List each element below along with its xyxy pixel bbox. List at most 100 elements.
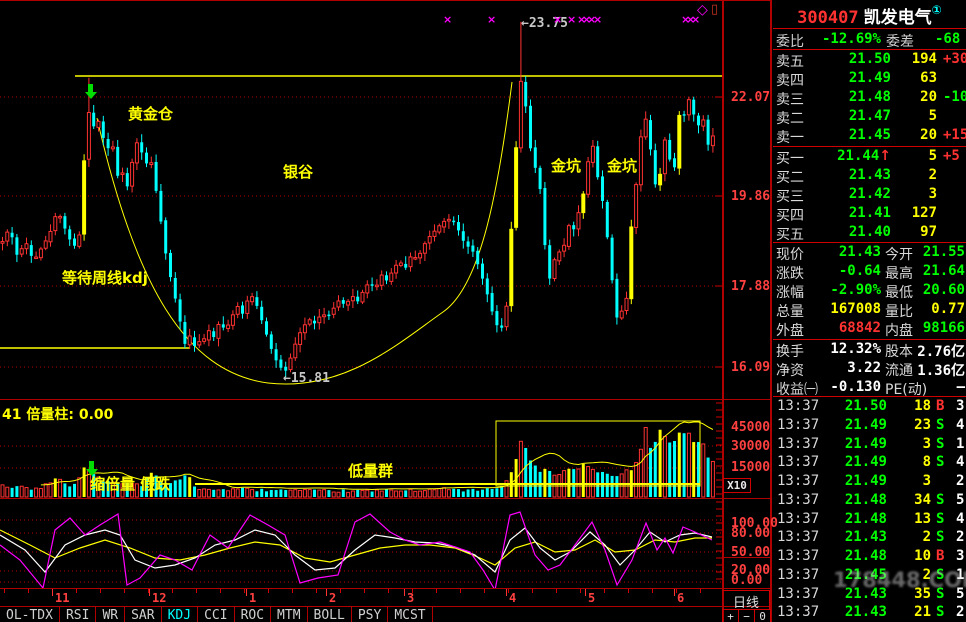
timeline-tick <box>388 589 389 593</box>
timeline-tick <box>4 589 5 593</box>
timeline-tick <box>316 589 317 593</box>
divider-kdj-timeline <box>0 588 771 589</box>
toolbar-indicator-rsi[interactable]: RSI <box>60 607 96 622</box>
divider-main-vol <box>0 399 771 400</box>
quote-info-row: 净资3.22流通1.36亿 <box>773 360 966 379</box>
toolbar-indicator-ol-tdx[interactable]: OL-TDX <box>0 607 60 622</box>
quote-info-row: 外盘68842内盘98166 <box>773 320 966 339</box>
price-axis-label: 16.09 <box>731 360 769 375</box>
timeline-month-label: 11 <box>55 591 69 605</box>
timeline-major-tick <box>506 589 507 596</box>
zoom-reset-button[interactable]: 0 <box>754 609 771 622</box>
timeline-tick <box>364 589 365 593</box>
toolbar-indicator-mcst[interactable]: MCST <box>388 607 432 622</box>
volume-indicator-header: 41 倍量柱: 0.00 <box>2 404 113 424</box>
volume-axis-label: 30000 <box>731 439 769 454</box>
timeline-major-tick <box>404 589 405 596</box>
timeline-tick <box>100 589 101 593</box>
price-axis-label: 22.07 <box>731 90 769 105</box>
zoom-out-button[interactable]: − <box>738 609 755 622</box>
timeline-major-tick <box>52 589 53 596</box>
toolbar-indicator-cci[interactable]: CCI <box>198 607 234 622</box>
zoom-in-button[interactable]: + <box>722 609 739 622</box>
toolbar-indicator-kdj[interactable]: KDJ <box>162 607 198 622</box>
magic-x-mark: × <box>487 13 496 26</box>
magic-x-mark: × <box>443 13 452 26</box>
box-mark-icon: ▯ <box>711 2 718 17</box>
ask-level-row[interactable]: 卖四21.4963 <box>773 69 966 88</box>
timeline-month-label: 12 <box>152 591 166 605</box>
label-shrink-volume: 缩倍量 假跌 <box>90 473 170 494</box>
volume-axis-label: 15000 <box>731 460 769 475</box>
label-wait-weekly-kdj: 等待周线kdj <box>62 267 148 288</box>
info-icon[interactable]: ① <box>932 3 942 17</box>
tick-row: 13:3721.432S2 <box>773 529 966 548</box>
quote-panel: 300407 凯发电气① 委比 -12.69% 委差 -68 卖五21.5019… <box>773 0 966 622</box>
toolbar-indicator-sar[interactable]: SAR <box>125 607 161 622</box>
bid-levels: 买一21.44↑5+5买二21.432买三21.423买四21.41127买五2… <box>773 147 966 242</box>
ask-level-row[interactable]: 卖一21.4520+15 <box>773 126 966 145</box>
timeline-month-label: 5 <box>588 591 595 605</box>
tdx-stock-window: 黄金仓 银谷 金坑 金坑 等待周线kdj ←23.75 ←15.81 41 倍量… <box>0 0 966 622</box>
toolbar-indicator-boll[interactable]: BOLL <box>308 607 352 622</box>
timeline-tick <box>76 589 77 593</box>
kdj-pane[interactable] <box>0 498 722 588</box>
timeline-tick <box>268 589 269 593</box>
toolbar-indicator-mtm[interactable]: MTM <box>271 607 307 622</box>
tick-row: 13:3721.4923S4 <box>773 417 966 436</box>
bid-level-row[interactable]: 买三21.423 <box>773 185 966 204</box>
toolbar-indicator-roc[interactable]: ROC <box>235 607 271 622</box>
stock-title: 300407 凯发电气① <box>773 3 966 28</box>
bid-level-row[interactable]: 买四21.41127 <box>773 204 966 223</box>
timeline-tick <box>604 589 605 593</box>
weibi-label: 委比 <box>776 31 804 51</box>
label-golden-position: 黄金仓 <box>128 103 173 124</box>
period-selector-daily[interactable]: 日线 <box>723 590 770 610</box>
weicha-label: 委差 <box>886 31 914 51</box>
timeline-tick <box>556 589 557 593</box>
label-low-volume-group: 低量群 <box>348 460 393 481</box>
timeline-major-tick <box>674 589 675 596</box>
weibi-row: 委比 -12.69% 委差 -68 <box>773 31 966 49</box>
timeline-month-label: 3 <box>407 591 414 605</box>
bid-level-row[interactable]: 买五21.4097 <box>773 223 966 242</box>
bid-level-row[interactable]: 买二21.432 <box>773 166 966 185</box>
ask-level-row[interactable]: 卖五21.50194+30 <box>773 50 966 69</box>
weicha-value: -68 <box>935 31 966 47</box>
tick-row: 13:3721.4932 <box>773 473 966 492</box>
ask-levels: 卖五21.50194+30卖四21.4963卖三21.4820-10卖二21.4… <box>773 50 966 145</box>
timeline-major-tick <box>149 589 150 596</box>
timeline-tick <box>532 589 533 593</box>
indicator-toolbar: OL-TDXRSIWRSARKDJCCIROCMTMBOLLPSYMCST <box>0 606 722 622</box>
quote-info: 现价21.43今开21.55涨跌-0.64最高21.64涨幅-2.90%最低20… <box>773 244 966 398</box>
timeline-tick <box>580 589 581 593</box>
tick-row: 13:3721.4810B3 <box>773 548 966 567</box>
toolbar-indicator-psy[interactable]: PSY <box>352 607 388 622</box>
stock-code: 300407 <box>797 8 858 28</box>
timeline-tick <box>460 589 461 593</box>
quote-info-row: 换手12.32%股本2.76亿 <box>773 341 966 360</box>
tick-row: 13:3721.4834S5 <box>773 492 966 511</box>
timeline-tick <box>196 589 197 593</box>
timeline-tick <box>436 589 437 593</box>
ask-level-row[interactable]: 卖三21.4820-10 <box>773 88 966 107</box>
label-silver-valley: 银谷 <box>283 161 313 182</box>
toolbar-indicator-wr[interactable]: WR <box>96 607 125 622</box>
tick-row: 13:3721.5018B3 <box>773 398 966 417</box>
kdj-axis-label: 50.00 <box>731 545 769 560</box>
timeline-tick <box>172 589 173 593</box>
timeline-tick <box>652 589 653 593</box>
quote-info-row: 现价21.43今开21.55 <box>773 244 966 263</box>
label-gold-pit-1: 金坑 <box>551 155 581 176</box>
tick-row: 13:3721.498S4 <box>773 454 966 473</box>
tick-row: 13:3721.4813S4 <box>773 511 966 530</box>
volume-scale-x10[interactable]: X10 <box>723 478 751 493</box>
bid-level-row[interactable]: 买一21.44↑5+5 <box>773 147 966 166</box>
timeline-major-tick <box>585 589 586 596</box>
price-axis-label: 19.86 <box>731 189 769 204</box>
candlestick-chart[interactable] <box>0 0 722 400</box>
timeline-tick <box>28 589 29 593</box>
timeline-tick <box>220 589 221 593</box>
timeline-month-label: 1 <box>249 591 256 605</box>
ask-level-row[interactable]: 卖二21.475 <box>773 107 966 126</box>
